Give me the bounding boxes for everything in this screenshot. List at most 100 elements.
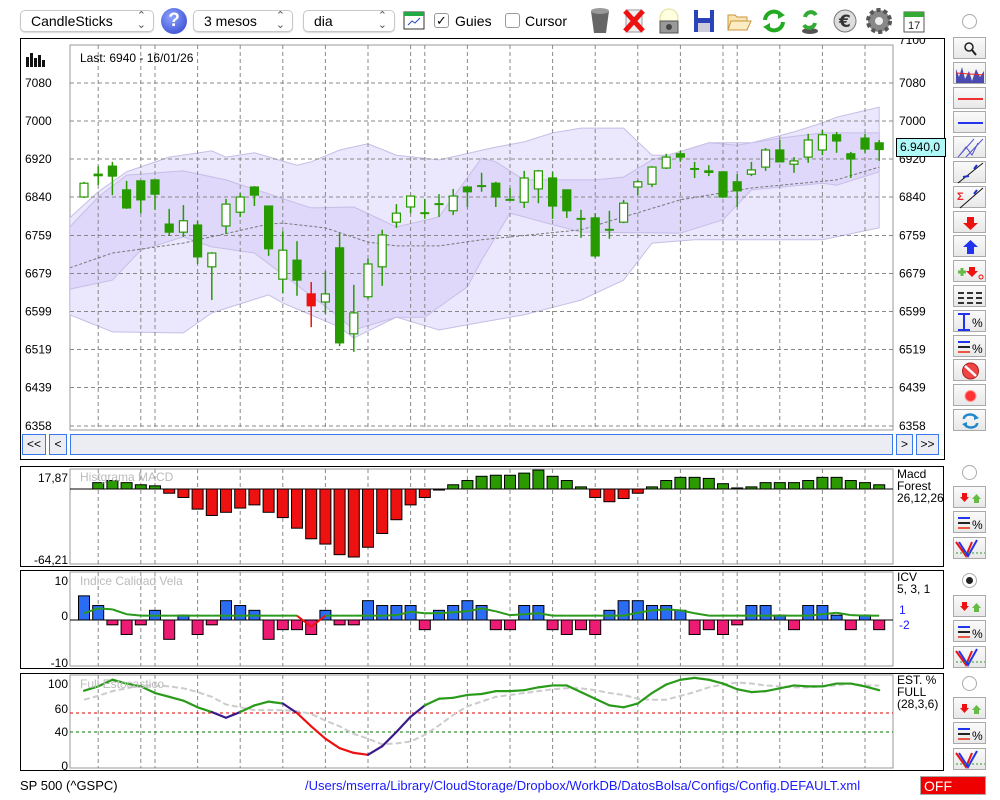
icv-bar bbox=[120, 619, 133, 635]
trendline-button[interactable] bbox=[953, 161, 986, 184]
svg-text:%: % bbox=[972, 316, 983, 330]
icv-bar bbox=[546, 619, 559, 631]
icv-average-line bbox=[453, 610, 468, 614]
updown-arrows-button[interactable] bbox=[953, 595, 986, 617]
macd-bar bbox=[788, 482, 800, 490]
oscillator-cross-button[interactable] bbox=[953, 748, 986, 770]
range-percent-button[interactable]: % bbox=[953, 309, 986, 332]
sell-arrow-button[interactable] bbox=[953, 210, 986, 233]
candle bbox=[335, 233, 345, 347]
candle-body bbox=[448, 195, 458, 212]
macd-bar bbox=[362, 488, 374, 548]
icv-average-line bbox=[509, 613, 525, 617]
red-line-button[interactable] bbox=[953, 86, 986, 109]
nav-next-button[interactable]: > bbox=[896, 434, 913, 455]
macd-bar bbox=[589, 488, 602, 498]
channel-button[interactable] bbox=[953, 136, 986, 159]
oscillator-cross-button[interactable] bbox=[953, 537, 986, 559]
icv-bar bbox=[688, 619, 701, 635]
icv-bar bbox=[362, 600, 374, 621]
top-price-label: 7100 bbox=[899, 38, 926, 47]
candle-body bbox=[136, 180, 146, 201]
icv-bar bbox=[134, 619, 147, 626]
nav-prev-button[interactable]: < bbox=[49, 434, 67, 455]
volume-profile-button[interactable] bbox=[953, 61, 986, 84]
sum-trendline-button[interactable]: Σ bbox=[953, 185, 986, 209]
candle-body bbox=[533, 170, 544, 190]
icv-average-line bbox=[666, 608, 681, 612]
updown-arrows-button[interactable] bbox=[953, 486, 986, 508]
candle-body bbox=[235, 196, 245, 213]
macd-bar bbox=[873, 484, 886, 490]
icv-bar bbox=[575, 619, 587, 631]
candle-body bbox=[320, 293, 330, 303]
icv-signal-value: -2 bbox=[899, 618, 910, 632]
icv-bar bbox=[347, 619, 360, 626]
candle-body bbox=[704, 170, 714, 173]
buy-arrow-button[interactable] bbox=[953, 235, 986, 258]
candle-body bbox=[193, 224, 203, 258]
macd-bar bbox=[248, 488, 261, 506]
icv-bar bbox=[830, 614, 843, 621]
nav-first-button[interactable]: << bbox=[22, 434, 46, 455]
candle bbox=[363, 258, 373, 300]
left-price-tick: 6840 bbox=[25, 190, 52, 204]
candle-body bbox=[207, 252, 217, 268]
lines-percent-button[interactable]: % bbox=[953, 722, 986, 744]
icv-average-line bbox=[651, 608, 667, 612]
icv-bar bbox=[376, 605, 389, 621]
left-price-tick: 6358 bbox=[25, 419, 52, 433]
candle-body bbox=[292, 259, 302, 281]
nav-last-button[interactable]: >> bbox=[916, 434, 939, 455]
oscillator-cross-button[interactable] bbox=[953, 646, 986, 668]
stoch-panel-radio[interactable] bbox=[962, 676, 977, 691]
candle bbox=[590, 213, 600, 258]
bar-chart-icon[interactable] bbox=[26, 52, 46, 67]
svg-text:%: % bbox=[972, 729, 983, 743]
add-signal-icon bbox=[958, 267, 984, 280]
legend-line: 5, 3, 1 bbox=[897, 582, 931, 596]
add-signal-button[interactable] bbox=[953, 260, 986, 283]
icv-bar bbox=[234, 605, 247, 621]
icv-watermark: Indice Calidad Vela bbox=[80, 574, 183, 588]
macd-bar bbox=[447, 484, 460, 490]
macd-panel-radio[interactable] bbox=[962, 465, 977, 480]
zoom-button[interactable] bbox=[953, 37, 986, 59]
no-entry-button[interactable] bbox=[953, 359, 986, 382]
lines-percent-button[interactable]: % bbox=[953, 334, 986, 357]
icv-bar bbox=[205, 619, 218, 626]
candle-body bbox=[789, 160, 799, 165]
macd-bar bbox=[603, 488, 616, 503]
macd-bar bbox=[631, 488, 644, 494]
macd-max-label: 17,87 bbox=[37, 471, 68, 485]
left-price-tick: 6920 bbox=[25, 152, 52, 166]
status-off-indicator[interactable]: OFF bbox=[920, 776, 986, 795]
candle bbox=[79, 181, 89, 198]
candle-body bbox=[107, 165, 118, 177]
candle bbox=[264, 205, 274, 256]
sum-trendline-icon: Σ bbox=[957, 187, 984, 209]
icv-average-line bbox=[98, 607, 113, 611]
macd-bar bbox=[518, 472, 531, 490]
blue-line-button[interactable] bbox=[953, 111, 986, 134]
macd-bar bbox=[816, 476, 829, 490]
oscillator-cross-icon bbox=[955, 539, 985, 559]
icv-tick: 0 bbox=[61, 609, 68, 623]
swap-button[interactable] bbox=[953, 409, 986, 431]
stoch-watermark: Full Estocastico bbox=[80, 677, 165, 691]
candle-body bbox=[562, 189, 572, 212]
updown-arrows-button[interactable] bbox=[953, 697, 986, 719]
lines-percent-button[interactable]: % bbox=[953, 620, 986, 642]
candle-body bbox=[462, 186, 472, 193]
record-button[interactable] bbox=[953, 384, 986, 407]
config-path-link[interactable]: /Users/mserra/Library/CloudStorage/Dropb… bbox=[305, 778, 860, 793]
macd-min-label: -64,21 bbox=[33, 553, 68, 567]
grid-lines-button[interactable] bbox=[953, 285, 986, 307]
icv-bar bbox=[745, 605, 758, 621]
lines-percent-button[interactable]: % bbox=[953, 511, 986, 533]
date-scrollbar[interactable] bbox=[70, 434, 893, 455]
candle-body bbox=[647, 166, 657, 185]
candle-body bbox=[164, 223, 174, 233]
macd-bar bbox=[660, 480, 673, 490]
icv-panel-radio[interactable] bbox=[962, 573, 977, 588]
